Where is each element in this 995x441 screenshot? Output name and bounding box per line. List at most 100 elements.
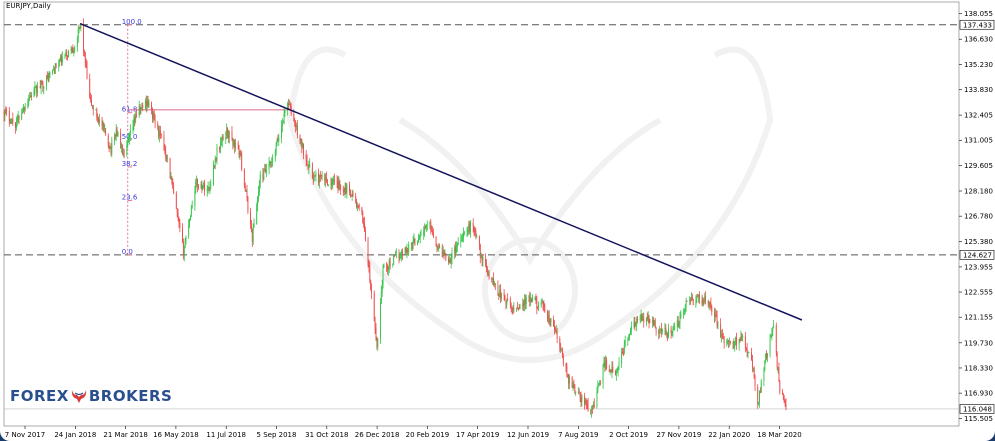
candle-body [569,376,570,384]
candle-body [53,69,55,74]
candle-body [745,347,747,349]
candle-body [121,144,122,148]
candle-body [524,299,526,305]
candle-body [567,373,569,375]
candle-body [250,211,251,225]
candle-body [277,140,279,142]
candle-body [544,305,546,312]
candle-body [494,283,496,286]
candle-body [556,330,558,339]
candle-body [271,161,273,163]
candle-body [486,263,487,268]
candle-body [435,237,437,246]
candle-body [357,205,359,207]
candle-body [523,303,525,306]
candle-body [42,82,44,89]
candle-body [338,180,340,189]
candle-body [15,122,16,128]
candle-body [729,341,731,344]
fibonacci-retracement: 100.061.850.038.223.60.0 [122,18,292,256]
candle-body [358,205,360,208]
candle-body [18,116,20,120]
fibonacci-level-label: 38.2 [122,160,138,168]
candle-body [580,397,582,402]
candle-body [83,24,84,51]
candle-body [518,308,520,310]
candle-body [665,327,667,334]
candle-body [188,225,190,237]
logo-text-forex: FOREX [10,387,69,405]
candle-body [11,118,13,120]
candle-body [139,105,141,111]
candle-body [114,134,115,142]
candle-body [635,324,637,327]
candle-body [504,295,506,302]
candle-body [470,222,471,233]
candle-body [708,302,710,305]
price-chart[interactable]: 138.055 136.630 135.230 133.830 132.405 131.0… [0,0,995,441]
candle-body [173,187,175,194]
candle-body [120,133,122,148]
candle-body [561,350,563,356]
candle-body [710,303,712,307]
candle-body [441,247,443,257]
candle-body [782,394,784,399]
candle-body [27,101,29,109]
candle-body [220,142,221,150]
y-tick-label: 132.405 [964,112,993,120]
candle-body [92,105,94,110]
candle-body [680,313,682,318]
candle-body [479,244,481,258]
candle-body [555,330,557,332]
candle-body [647,315,649,320]
x-tick-label: 12 Jun 2019 [507,431,549,439]
candle-body [167,158,168,159]
candle-body [411,243,413,249]
candle-body [671,332,673,333]
candle-body [43,86,45,89]
candle-body [634,321,636,327]
candle-body [488,272,490,278]
candle-body [195,181,197,192]
candle-body [128,139,130,142]
candle-body [407,249,409,253]
y-tick-label: 136.630 [964,36,993,44]
candle-body [540,302,542,306]
candle-body [10,119,12,124]
candle-body [721,334,722,337]
candle-body [581,396,583,402]
candle-body [37,86,39,94]
y-tick-label: 122.555 [964,289,993,297]
candle-body [78,27,80,30]
candle-body [288,103,290,106]
candle-body [645,317,647,323]
candle-body [369,267,371,281]
x-tick-label: 20 Feb 2019 [406,431,450,439]
candle-body [344,187,346,193]
candle-body [587,404,589,412]
forex-brokers-logo: FOREX BROKERS [10,386,172,406]
candle-body [553,318,555,326]
y-tick-label: 131.005 [964,137,993,145]
candle-body [622,351,623,353]
candle-body [233,139,235,145]
candle-body [525,297,527,305]
candle-body [336,181,338,182]
candle-body [9,121,11,124]
x-tick-label: 2 Oct 2019 [609,431,648,439]
candle-body [225,137,227,140]
candle-body [21,113,23,120]
candle-body [320,176,322,177]
candle-body [575,392,577,394]
candle-body [606,359,608,370]
candle-body [55,63,57,68]
candle-body [398,253,400,259]
candle-body [468,223,470,230]
candle-body [438,245,440,247]
candle-body [672,329,674,333]
candle-body [621,351,623,364]
candle-body [172,183,174,188]
candle-body [481,256,483,261]
candle-body [559,338,561,349]
candle-body [97,117,99,119]
